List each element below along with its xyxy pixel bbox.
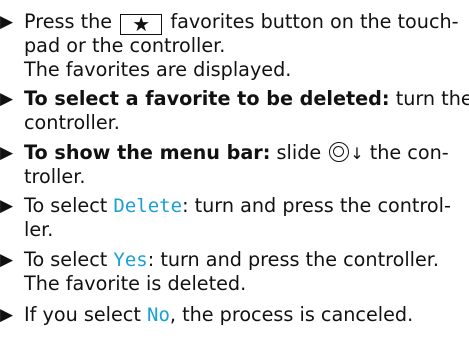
step-text: controller. <box>24 111 120 134</box>
bullet-icon: ▶ <box>0 305 14 325</box>
step-text: turn the <box>395 87 469 110</box>
step-text: slide <box>276 141 322 164</box>
step-text: ler. <box>24 218 54 241</box>
bullet-icon: ▶ <box>0 196 14 216</box>
step-4: ▶ To select Delete: turn and press the c… <box>0 194 469 242</box>
instruction-page: ▶ Press the ★ favorites button on the to… <box>0 0 469 340</box>
step-text: troller. <box>24 165 86 188</box>
ui-option-delete: Delete <box>113 195 183 217</box>
step-text: To select <box>24 194 108 217</box>
step-text: If you select <box>24 303 141 326</box>
step-text: favorites button on the touch- <box>170 10 459 33</box>
step-text: : turn and press the control- <box>182 194 451 217</box>
bullet-icon: ▶ <box>0 143 14 163</box>
step-1: ▶ Press the ★ favorites button on the to… <box>0 10 469 82</box>
star-icon: ★ <box>120 14 163 35</box>
step-text: the con- <box>369 141 449 164</box>
step-text: Press the <box>24 10 113 33</box>
arrow-down-icon: ↓ <box>350 144 364 163</box>
step-2: ▶ To select a favorite to be deleted: tu… <box>0 87 469 135</box>
controller-slide-down-icon <box>329 142 350 162</box>
bullet-icon: ▶ <box>0 89 14 109</box>
bullet-icon: ▶ <box>0 250 14 270</box>
ui-option-yes: Yes <box>113 249 148 271</box>
step-result: The favorite is deleted. <box>24 272 247 295</box>
step-text: To select <box>24 248 108 271</box>
step-text: pad or the controller. <box>24 34 226 57</box>
step-result: The favorites are displayed. <box>24 58 292 81</box>
step-heading: To show the menu bar: <box>24 141 271 164</box>
step-text: , the process is canceled. <box>169 303 414 326</box>
step-heading: To select a favorite to be deleted: <box>24 87 390 110</box>
bullet-icon: ▶ <box>0 12 14 32</box>
step-6: ▶ If you select No, the process is cance… <box>0 303 469 327</box>
step-text: : turn and press the controller. <box>147 248 440 271</box>
step-5: ▶ To select Yes: turn and press the cont… <box>0 248 469 296</box>
step-3: ▶ To show the menu bar: slide ↓ the con- … <box>0 141 469 189</box>
ui-option-no: No <box>147 304 170 326</box>
